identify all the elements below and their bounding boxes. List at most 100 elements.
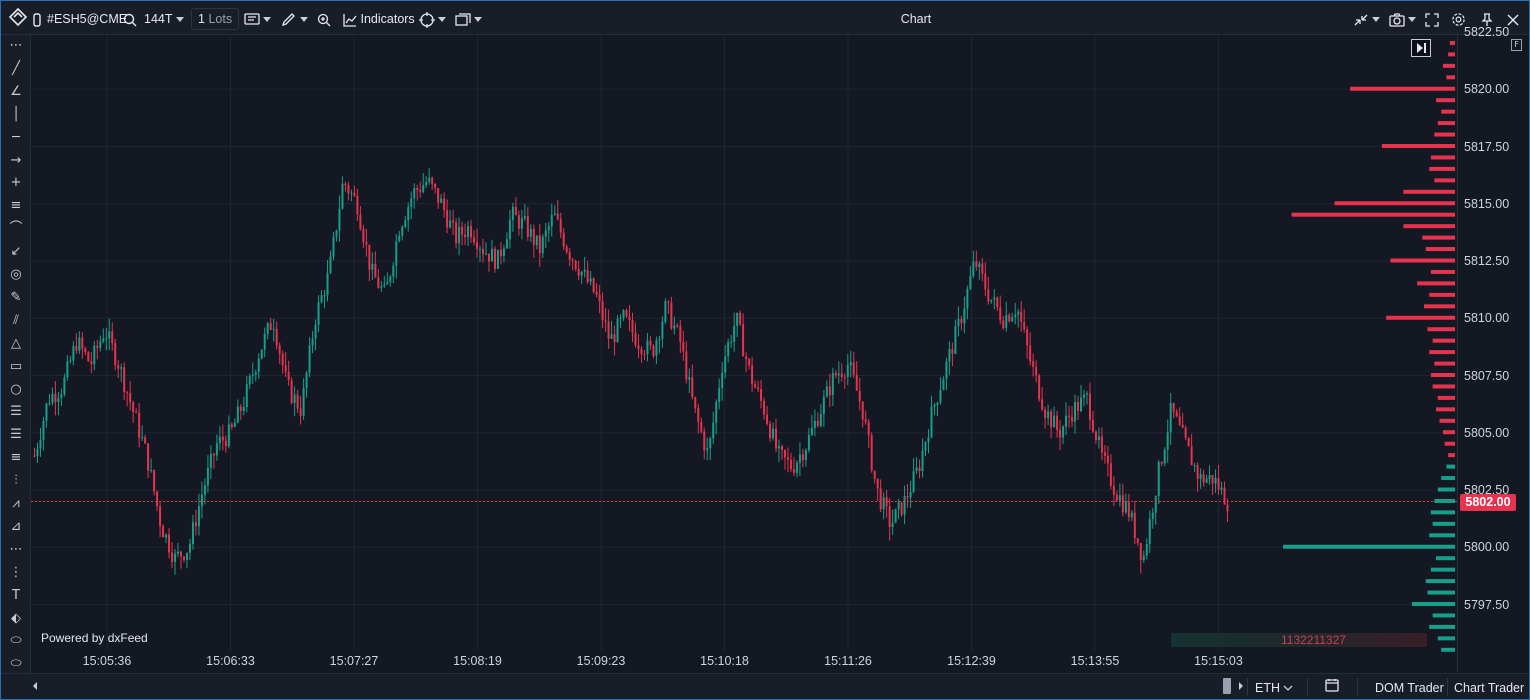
candle-body [194, 522, 197, 527]
calendar-icon[interactable] [1325, 678, 1339, 696]
symbol-label[interactable]: #ESH5@CME [47, 9, 127, 29]
candle-body [473, 237, 476, 243]
ellipse-tool-icon[interactable]: ○ [6, 381, 26, 399]
fullscreen-icon[interactable] [1425, 9, 1439, 29]
divider [1247, 678, 1248, 696]
parallel-lines-tool-icon[interactable]: ≡ [6, 197, 26, 215]
lots-unit: Lots [208, 12, 233, 26]
candle-body [1029, 345, 1032, 362]
app-logo-icon[interactable] [8, 7, 28, 28]
dom-trader-button[interactable]: DOM Trader [1375, 679, 1444, 697]
candle-body [230, 424, 233, 428]
candle-body [1118, 495, 1121, 501]
regression-tool-icon[interactable]: ⊿ [6, 518, 26, 536]
candle-body [682, 341, 685, 352]
lots-input[interactable]: 1 Lots [191, 8, 240, 30]
volume-profile-bid-bar [1437, 487, 1455, 492]
candle-body [437, 188, 440, 203]
drawing-button[interactable] [281, 9, 309, 29]
candle-body [275, 328, 278, 346]
fib-fan-tool-icon[interactable]: ⫶ [6, 472, 26, 490]
candle-body [440, 198, 443, 203]
f-toggle-button[interactable]: F [1511, 39, 1522, 51]
zoom-icon[interactable] [317, 9, 331, 29]
drawing-tools-sidebar: ⋯ ╱ ∠ │ ─ → + ≡ ⌒ ↙ ◎ ✎ ⫽ △ ▭ ○ ☰ ☰ ≡ ⫶ ⩘ ⊿ ⋯ ⋮ T ⬖ ⬭ ⬭ [1, 35, 31, 673]
candle-body [467, 226, 470, 238]
time-axis[interactable]: 15:05:36 15:06:33 15:07:27 15:08:19 15:09:23… [31, 651, 1457, 673]
label-tool-icon[interactable]: ⬭ [6, 632, 26, 650]
indicators-button[interactable]: Indicators [343, 9, 415, 29]
tag-tool-icon[interactable]: ⬖ [6, 610, 26, 628]
angle-tool-icon[interactable]: ∠ [6, 83, 26, 101]
camera-button[interactable] [1389, 9, 1417, 29]
layout-button[interactable] [455, 9, 483, 29]
fib-retracement-tool-icon[interactable]: ☰ [6, 403, 26, 421]
candle-body [915, 467, 918, 472]
candle-body [51, 393, 54, 404]
candle-body [628, 316, 631, 321]
candle-body [960, 318, 963, 324]
candle-body [727, 342, 730, 357]
candle-body [446, 210, 449, 228]
hatch-tool-icon[interactable]: ⫽ [6, 312, 26, 330]
curve-tool-icon[interactable]: ⌒ [6, 220, 26, 238]
price-axis[interactable]: 5822.50 5797.50 5800.00 5802.50 5805.00 5807.… [1457, 25, 1529, 672]
line-tool-icon[interactable]: ╱ [6, 60, 26, 78]
price-tick-label: 5800.00 [1464, 540, 1510, 555]
candle-body [266, 323, 269, 334]
scroll-right-icon[interactable] [1237, 678, 1245, 696]
fib-extension-tool-icon[interactable]: ☰ [6, 426, 26, 444]
dotted-rect-tool-icon[interactable]: ⋯ [6, 541, 26, 559]
horizontal-line-tool-icon[interactable]: ─ [6, 129, 26, 147]
scrollbar-thumb[interactable] [1223, 678, 1231, 694]
session-selector[interactable]: ETH [1255, 679, 1293, 697]
candle-body [867, 422, 870, 436]
chart-plot-area[interactable] [31, 31, 1457, 672]
candle-body [927, 437, 930, 443]
candle-body [33, 455, 36, 457]
text-tool-icon[interactable]: T [6, 587, 26, 605]
candle-body [715, 401, 718, 423]
collapse-button[interactable] [1353, 9, 1381, 29]
candle-body [1133, 512, 1136, 539]
ruler-tool-icon[interactable]: ✎ [6, 289, 26, 307]
crosshair-button[interactable] [419, 9, 447, 29]
candle-body [1026, 329, 1029, 346]
scroll-to-end-button[interactable] [1411, 39, 1431, 57]
triangle-tool-icon[interactable]: △ [6, 335, 26, 353]
candle-body [481, 248, 484, 254]
volume-profile-bid-bar [1441, 476, 1455, 481]
fib-time-tool-icon[interactable]: ≡ [6, 449, 26, 467]
dots-handle-icon[interactable]: ⋯ [6, 37, 26, 55]
time-tick-label: 15:08:19 [453, 654, 502, 668]
gann-tool-icon[interactable]: ⩘ [6, 495, 26, 513]
interval-selector[interactable]: 144T [144, 9, 184, 29]
rectangle-tool-icon[interactable]: ▭ [6, 358, 26, 376]
instrument-icon[interactable] [33, 9, 41, 29]
candle-body [263, 333, 266, 350]
candle-body [496, 249, 499, 269]
chart-trader-button[interactable]: Chart Trader [1454, 679, 1524, 697]
candle-body [93, 345, 96, 365]
scroll-left-icon[interactable] [31, 678, 39, 696]
candle-body [111, 331, 114, 344]
candle-body [1005, 315, 1008, 328]
candle-body [924, 442, 927, 451]
candle-body [724, 356, 727, 373]
candle-body [646, 340, 649, 355]
chart-type-button[interactable] [244, 9, 272, 29]
search-icon[interactable] [123, 9, 137, 29]
arrow-tool-icon[interactable]: → [6, 152, 26, 170]
candle-body [84, 348, 87, 353]
candle-body [631, 320, 634, 333]
candle-body [807, 434, 810, 451]
pitchfork-tool-icon[interactable]: ↙ [6, 243, 26, 261]
candle-body [837, 373, 840, 376]
price-label-tool-icon[interactable]: ⬭ [6, 655, 26, 673]
candle-body [745, 356, 748, 360]
crosshair-tool-icon[interactable]: + [6, 174, 26, 192]
dotted-vertical-tool-icon[interactable]: ⋮ [6, 564, 26, 582]
candle-body [1035, 366, 1038, 376]
vertical-line-tool-icon[interactable]: │ [6, 106, 26, 124]
spiral-tool-icon[interactable]: ◎ [6, 266, 26, 284]
